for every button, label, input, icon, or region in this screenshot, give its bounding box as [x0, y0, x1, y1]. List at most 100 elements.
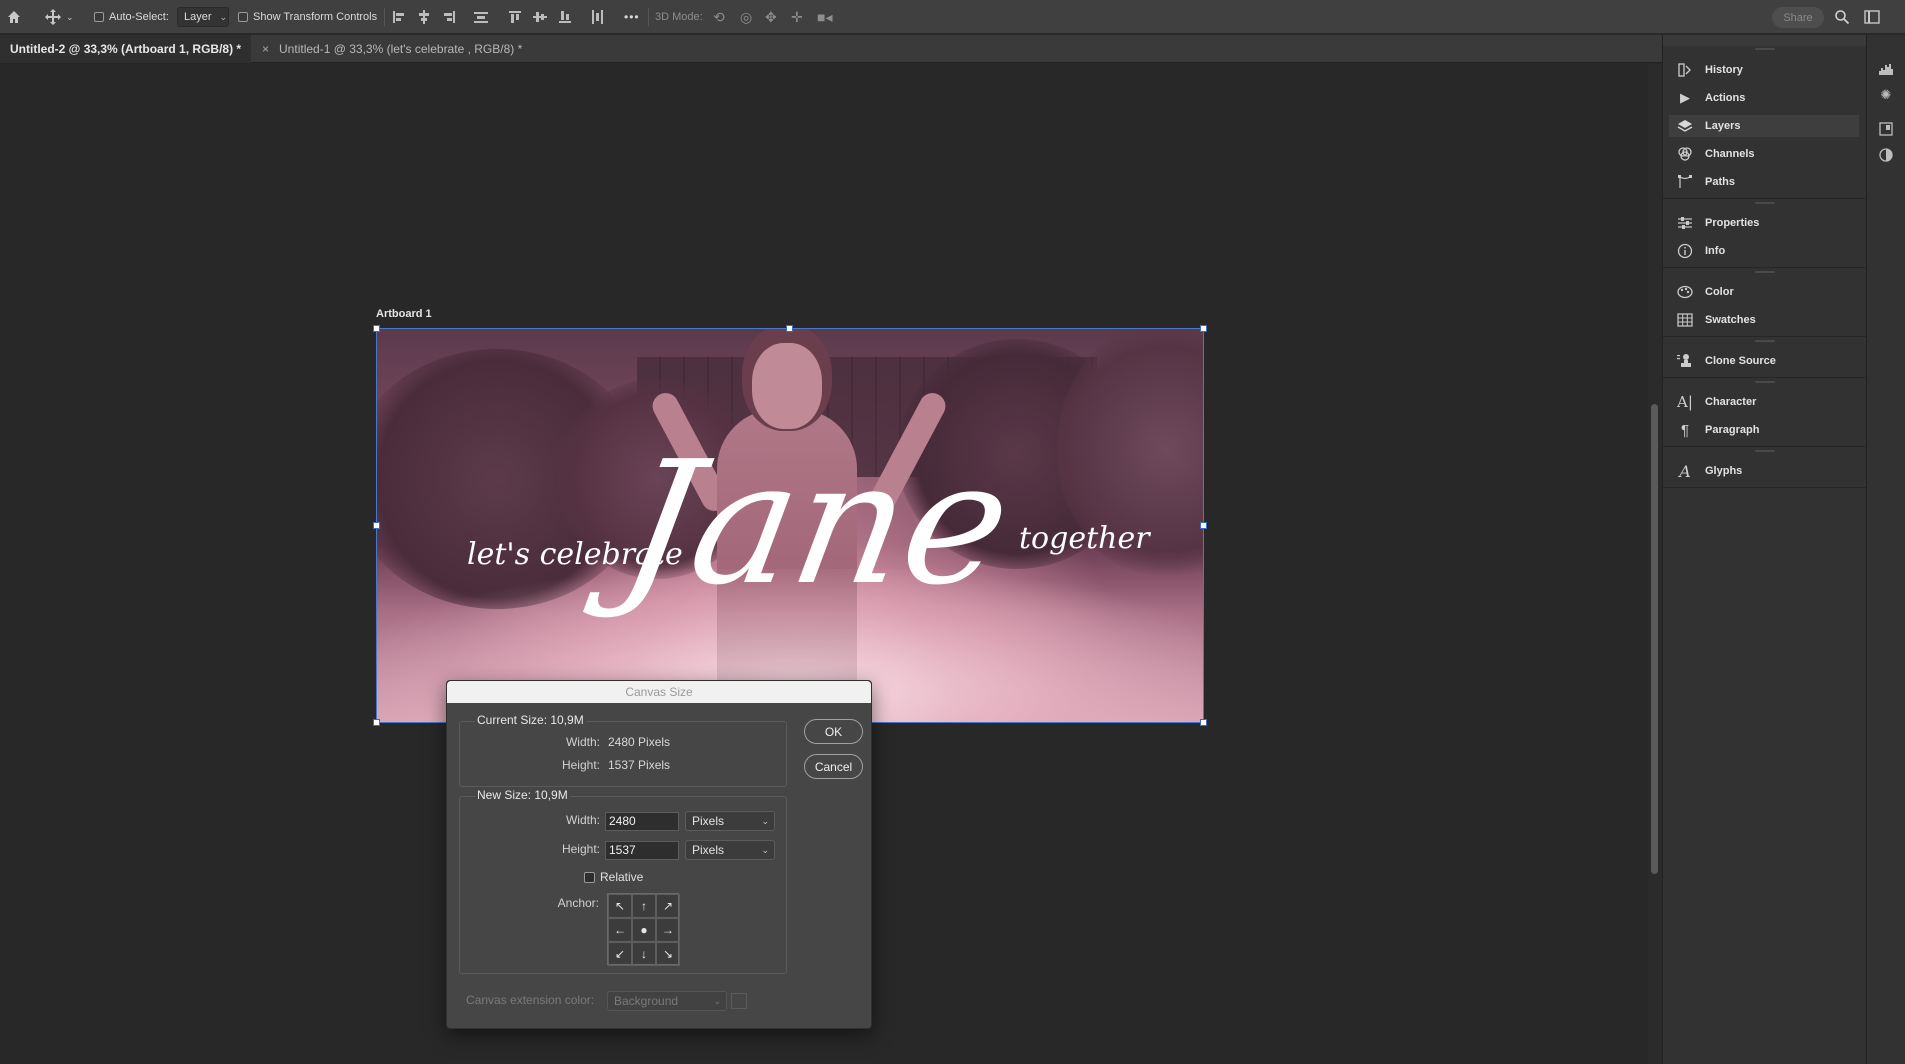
scrollbar-thumb[interactable]: [1651, 404, 1658, 874]
anchor-arrow-ne-icon[interactable]: ↗: [656, 894, 680, 918]
auto-select-dropdown[interactable]: Layer ⌄: [177, 7, 229, 27]
workspace-button[interactable]: [1864, 0, 1880, 34]
transform-handle-bl[interactable]: [373, 719, 380, 726]
align-top-edges-icon[interactable]: [508, 10, 522, 24]
panel-label: Layers: [1705, 120, 1741, 132]
search-icon: [1835, 10, 1850, 25]
panel-glyphs[interactable]: A Glyphs: [1669, 460, 1859, 482]
panel-history[interactable]: History: [1669, 59, 1859, 81]
height-unit-dropdown[interactable]: Pixels ⌄: [685, 840, 775, 860]
adjustments-icon[interactable]: [1878, 147, 1894, 163]
panel-label: Color: [1705, 286, 1734, 298]
width-unit-dropdown[interactable]: Pixels ⌄: [685, 811, 775, 831]
divider: [648, 8, 649, 26]
sliders-icon: [1677, 215, 1693, 231]
current-size-title: Current Size: 10,9M: [475, 713, 586, 727]
anchor-arrow-e-icon[interactable]: →: [656, 918, 680, 942]
panel-grip[interactable]: [1755, 340, 1775, 342]
panel-info[interactable]: Info: [1669, 240, 1859, 262]
cancel-button[interactable]: Cancel: [804, 754, 863, 779]
artboard-canvas[interactable]: let's celebrate Jane together: [376, 328, 1204, 723]
current-size-group: [459, 721, 787, 787]
panel-character[interactable]: A| Character: [1669, 391, 1859, 413]
options-bar: ⌄ Auto-Select: Layer ⌄ Show Transform Co…: [0, 0, 1905, 34]
extension-color-swatch[interactable]: [731, 993, 747, 1009]
libraries-icon[interactable]: [1878, 121, 1894, 137]
align-bottom-edges-icon[interactable]: [558, 10, 572, 24]
panel-swatches[interactable]: Swatches: [1669, 309, 1859, 331]
panel-grip[interactable]: [1755, 381, 1775, 383]
width-unit-value: Pixels: [692, 814, 725, 828]
extension-color-dropdown[interactable]: Background ⌄: [607, 991, 727, 1011]
align-horizontal-centers-icon[interactable]: [417, 10, 431, 24]
width-input[interactable]: 2480: [605, 812, 679, 831]
panel-grip[interactable]: [1755, 271, 1775, 273]
panel-paragraph[interactable]: ¶ Paragraph: [1669, 419, 1859, 441]
panel-grip[interactable]: [1755, 202, 1775, 204]
transform-handle-br[interactable]: [1200, 719, 1207, 726]
current-width-value: 2480 Pixels: [608, 735, 671, 749]
panel-properties[interactable]: Properties: [1669, 212, 1859, 234]
camera-3d-icon[interactable]: ■◂: [817, 0, 832, 34]
extension-color-label: Canvas extension color:: [466, 993, 595, 1007]
panel-paths[interactable]: Paths: [1669, 171, 1859, 193]
panel-grip[interactable]: [1755, 48, 1775, 50]
relative-checkbox[interactable]: Relative: [584, 870, 643, 884]
ok-button[interactable]: OK: [804, 719, 863, 744]
home-button[interactable]: [6, 0, 22, 34]
distribute-horizontal-icon[interactable]: [590, 10, 604, 24]
panel-channels[interactable]: Channels: [1669, 143, 1859, 165]
anchor-arrow-w-icon[interactable]: ←: [608, 918, 632, 942]
panel-clone-source[interactable]: Clone Source: [1669, 350, 1859, 372]
anchor-arrow-n-icon[interactable]: ↑: [632, 894, 656, 918]
brush-settings-icon[interactable]: ✺: [1878, 87, 1894, 103]
auto-select-checkbox[interactable]: Auto-Select:: [94, 0, 169, 34]
share-button[interactable]: Share: [1772, 7, 1824, 28]
slide-3d-icon[interactable]: ✛: [791, 0, 803, 34]
transform-handle-ml[interactable]: [373, 522, 380, 529]
height-input[interactable]: 1537: [605, 841, 679, 860]
close-icon[interactable]: ×: [262, 42, 269, 56]
distribute-vertical-icon[interactable]: [474, 10, 488, 24]
roll-3d-icon[interactable]: ◎: [740, 0, 752, 34]
relative-label: Relative: [600, 870, 644, 884]
panel-color[interactable]: Color: [1669, 281, 1859, 303]
align-right-edges-icon[interactable]: [442, 10, 456, 24]
panel-layers[interactable]: Layers: [1669, 115, 1859, 137]
search-button[interactable]: [1834, 0, 1850, 34]
transform-handle-tr[interactable]: [1200, 325, 1207, 332]
text-jane: Jane: [609, 425, 1025, 623]
show-transform-checkbox[interactable]: Show Transform Controls: [238, 0, 377, 34]
anchor-arrow-se-icon[interactable]: ↘: [656, 942, 680, 966]
vertical-scrollbar[interactable]: [1648, 64, 1662, 1064]
histogram-icon[interactable]: [1878, 61, 1894, 77]
tab-untitled-1[interactable]: × Untitled-1 @ 33,3% (let's celebrate , …: [252, 35, 532, 63]
grid-icon: [1677, 312, 1693, 328]
align-vertical-centers-icon[interactable]: [533, 10, 547, 24]
extension-color-value: Background: [614, 994, 679, 1008]
transform-handle-tl[interactable]: [373, 325, 380, 332]
chevron-down-icon: ⌄: [219, 11, 228, 22]
pan-3d-icon[interactable]: ✥: [765, 0, 777, 34]
artboard-label[interactable]: Artboard 1: [376, 308, 432, 320]
panel-actions[interactable]: ▶ Actions: [1669, 87, 1859, 109]
more-options-button[interactable]: •••: [624, 0, 640, 34]
anchor-arrow-sw-icon[interactable]: ↙: [608, 942, 632, 966]
transform-handle-tm[interactable]: [786, 325, 793, 332]
move-tool-button[interactable]: ⌄: [44, 0, 74, 34]
anchor-arrow-s-icon[interactable]: ↓: [632, 942, 656, 966]
chevron-down-icon: ⌄: [713, 996, 721, 1006]
transform-handle-mr[interactable]: [1200, 522, 1207, 529]
dialog-title[interactable]: Canvas Size: [447, 681, 871, 703]
align-left-edges-icon[interactable]: [392, 10, 406, 24]
anchor-grid[interactable]: ↖ ↑ ↗ ← ● → ↙ ↓ ↘: [607, 893, 680, 966]
tab-untitled-2[interactable]: Untitled-2 @ 33,3% (Artboard 1, RGB/8) *: [0, 35, 252, 63]
checkbox-box: [94, 12, 104, 22]
pilcrow-icon: ¶: [1680, 421, 1690, 439]
panel-grip[interactable]: [1755, 450, 1775, 452]
anchor-arrow-nw-icon[interactable]: ↖: [608, 894, 632, 918]
character-icon: A|: [1677, 393, 1693, 411]
anchor-center-dot-icon[interactable]: ●: [632, 918, 656, 942]
orbit-3d-icon[interactable]: ⟲: [713, 0, 725, 34]
new-size-title: New Size: 10,9M: [475, 788, 570, 802]
